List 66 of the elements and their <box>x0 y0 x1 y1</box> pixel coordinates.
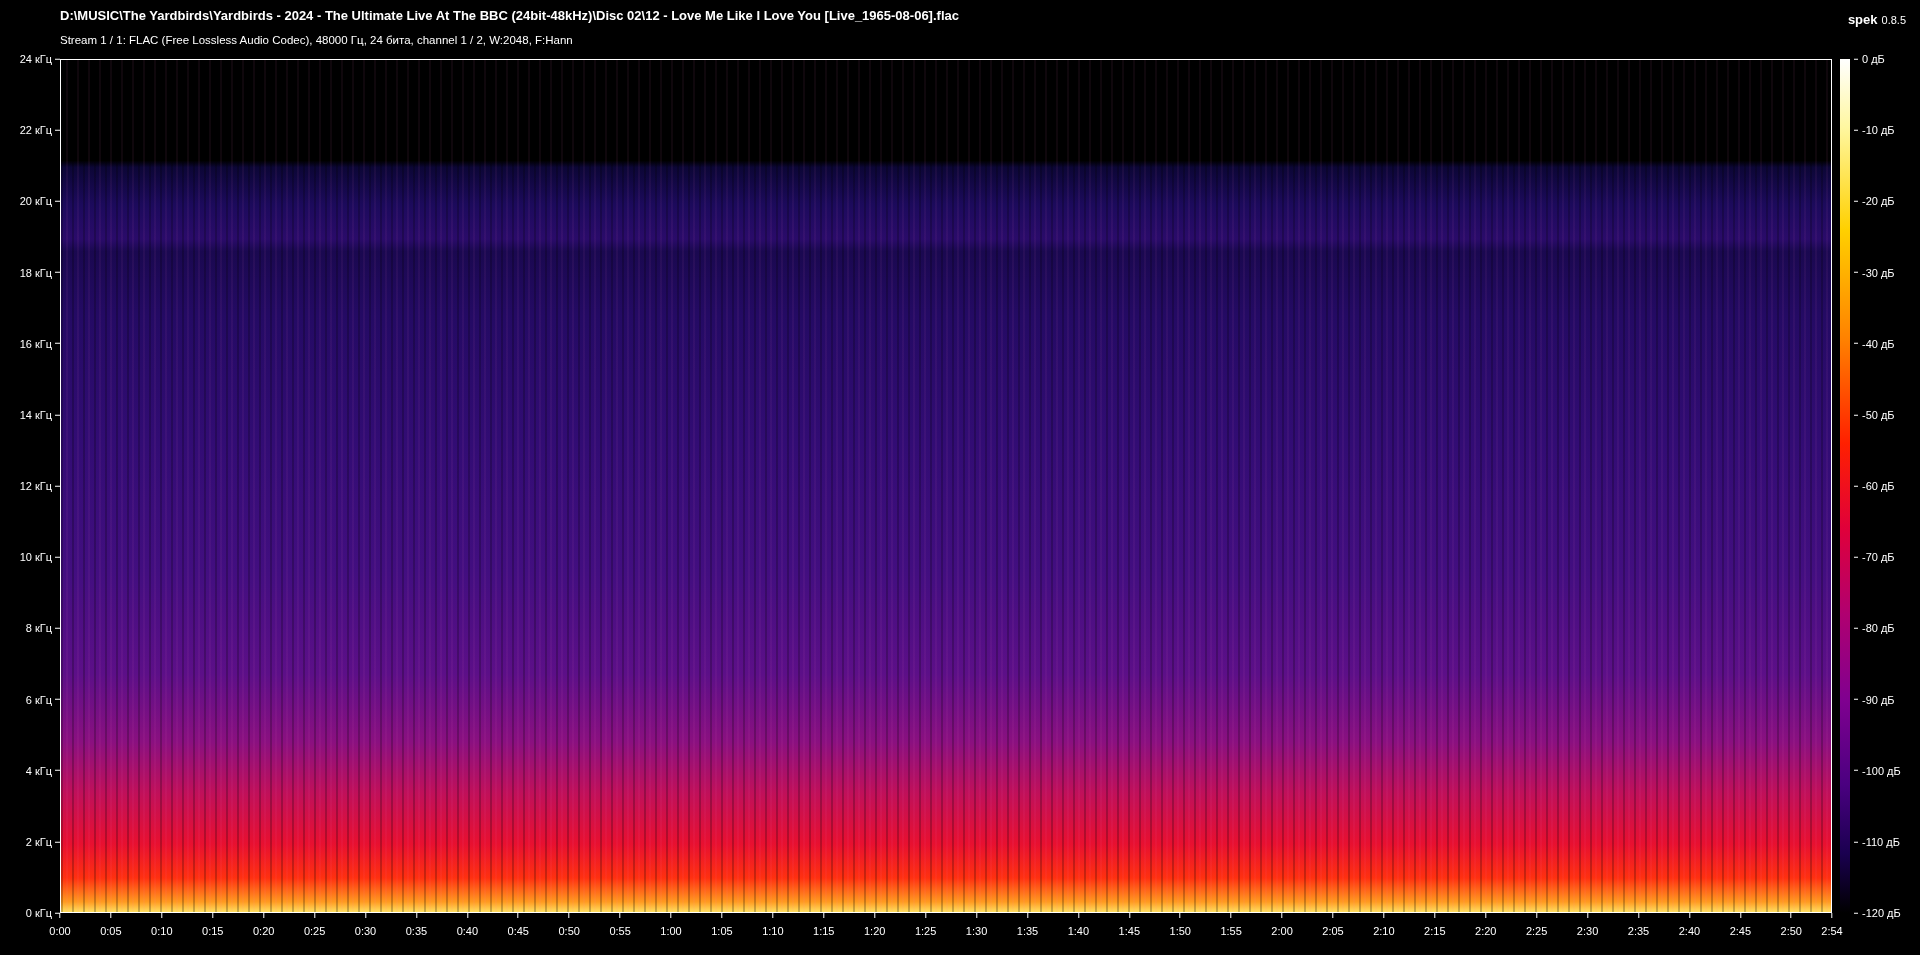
time-label: 1:15 <box>813 924 835 939</box>
time-label: 1:00 <box>660 924 682 939</box>
time-label: 1:05 <box>711 924 733 939</box>
time-label: 1:55 <box>1220 924 1242 939</box>
time-label: 2:35 <box>1627 924 1650 939</box>
frequency-label: 24 кГц <box>19 51 52 67</box>
decibel-label: -20 дБ <box>1862 194 1895 210</box>
decibel-label: -50 дБ <box>1862 407 1895 423</box>
time-label: 0:45 <box>507 924 529 939</box>
decibel-label: 0 дБ <box>1862 51 1885 67</box>
frequency-label: 6 кГц <box>25 692 52 708</box>
decibel-label: -80 дБ <box>1862 621 1895 637</box>
decibel-label: -110 дБ <box>1862 834 1900 850</box>
time-label: 1:10 <box>762 924 784 939</box>
decibel-label: -30 дБ <box>1862 265 1895 281</box>
frequency-label: 4 кГц <box>25 763 52 779</box>
frequency-label: 2 кГц <box>25 834 52 850</box>
decibel-label: -90 дБ <box>1862 692 1895 708</box>
frequency-label: 22 кГц <box>19 122 52 138</box>
time-label: 0:50 <box>558 924 580 939</box>
decibel-label: -100 дБ <box>1862 763 1901 779</box>
frequency-label: 0 кГц <box>25 905 52 921</box>
time-label: 0:00 <box>49 924 71 939</box>
app-version: 0.8.5 <box>1881 13 1906 28</box>
time-label: 0:20 <box>252 924 275 939</box>
time-label: 2:05 <box>1322 924 1344 939</box>
time-label: 0:10 <box>151 924 173 939</box>
time-label: 2:45 <box>1729 924 1752 939</box>
time-label: 0:05 <box>100 924 122 939</box>
time-label: 0:40 <box>456 924 479 939</box>
time-label: 2:50 <box>1780 924 1802 939</box>
file-path-title: D:\MUSIC\The Yardbirds\Yardbirds - 2024 - The Ultimate Live At The BBC (24bit-48kHz)\Disc 02\12 - Love Me Like I Love You [Live_1965-08-06].flac <box>60 8 959 24</box>
time-label: 2:00 <box>1271 924 1293 939</box>
time-label: 1:35 <box>1016 924 1039 939</box>
time-label: 0:25 <box>303 924 326 939</box>
time-label: 1:25 <box>914 924 937 939</box>
time-label: 0:30 <box>354 924 377 939</box>
time-label: 0:55 <box>609 924 631 939</box>
time-label: 2:40 <box>1678 924 1701 939</box>
time-label: 2:30 <box>1576 924 1599 939</box>
decibel-label: -10 дБ <box>1862 122 1895 138</box>
decibel-label: -120 дБ <box>1862 905 1901 921</box>
frequency-label: 18 кГц <box>19 265 52 281</box>
time-label: 1:50 <box>1169 924 1191 939</box>
decibel-label: -70 дБ <box>1862 549 1895 565</box>
time-label: 0:35 <box>405 924 428 939</box>
frequency-label: 16 кГц <box>19 336 52 352</box>
time-label: 2:15 <box>1424 924 1446 939</box>
frequency-label: 8 кГц <box>25 621 52 637</box>
time-label: 1:45 <box>1118 924 1140 939</box>
time-label: 1:40 <box>1067 924 1090 939</box>
time-label: 1:30 <box>965 924 988 939</box>
time-label: 1:20 <box>864 924 886 939</box>
frequency-label: 10 кГц <box>19 549 52 565</box>
time-label: 2:25 <box>1525 924 1548 939</box>
stream-info: Stream 1 / 1: FLAC (Free Lossless Audio Codec), 48000 Гц, 24 бита, channel 1 / 2, W:2048, F:Hann <box>60 33 574 47</box>
app-name: spek <box>1847 11 1878 29</box>
time-label: 2:10 <box>1373 924 1395 939</box>
time-label: 0:15 <box>202 924 224 939</box>
frequency-label: 12 кГц <box>19 478 52 494</box>
time-label: 2:20 <box>1475 924 1497 939</box>
frequency-label: 14 кГц <box>19 407 52 423</box>
decibel-label: -60 дБ <box>1862 478 1895 494</box>
time-label: 2:54 <box>1821 924 1843 939</box>
frequency-label: 20 кГц <box>19 194 52 210</box>
decibel-label: -40 дБ <box>1862 336 1895 352</box>
